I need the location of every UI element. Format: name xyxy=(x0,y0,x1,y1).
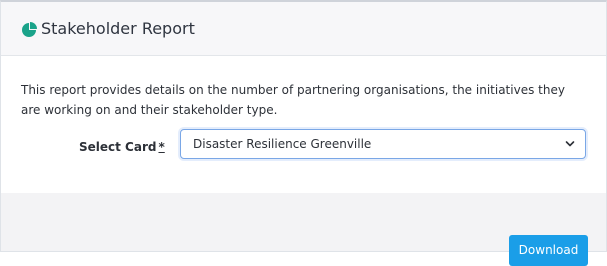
pie-chart-icon xyxy=(22,22,37,37)
select-card-label-text: Select Card xyxy=(79,140,157,154)
required-marker: * xyxy=(158,140,165,154)
select-card-dropdown[interactable]: Disaster Resilience Greenville xyxy=(180,129,586,159)
page-title: Stakeholder Report xyxy=(41,19,195,38)
select-card-value: Disaster Resilience Greenville xyxy=(193,137,372,151)
select-card-label: Select Card * xyxy=(79,139,165,155)
card-header: Stakeholder Report xyxy=(1,2,606,56)
chevron-down-icon xyxy=(565,141,575,147)
stakeholder-report-card: Stakeholder Report This report provides … xyxy=(0,0,607,266)
card-body: This report provides details on the numb… xyxy=(1,56,606,193)
card-footer: Download xyxy=(1,193,606,266)
report-description: This report provides details on the numb… xyxy=(21,83,565,117)
